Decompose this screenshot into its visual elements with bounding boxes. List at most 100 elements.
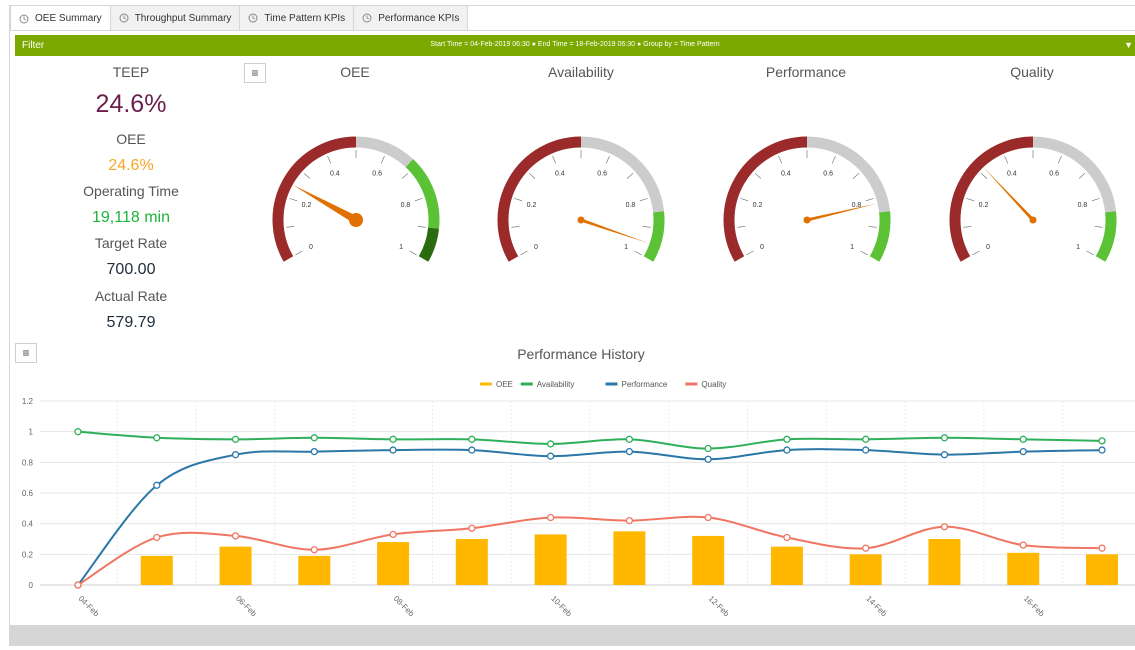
- gauge-needle: [580, 218, 650, 244]
- point-performance: [389, 446, 397, 454]
- point-performance: [1019, 447, 1027, 456]
- x-tick-label: 10-Feb: [549, 594, 574, 619]
- x-tick-label: 06-Feb: [234, 594, 259, 619]
- gauge-tick: [520, 250, 528, 256]
- gauge-tick: [380, 155, 385, 164]
- gauge-tick-label: 0.2: [979, 202, 989, 209]
- bar-oee: [455, 539, 488, 585]
- gauge-tick: [966, 198, 975, 202]
- gauge-tick: [511, 226, 520, 228]
- y-tick-label: 1: [29, 428, 34, 437]
- gauge-tick: [746, 250, 754, 256]
- y-tick-label: 0.2: [22, 550, 34, 559]
- point-performance: [310, 447, 318, 456]
- gauge-band: [949, 136, 1034, 262]
- gauge-hub: [803, 216, 811, 224]
- clock-icon: [119, 13, 129, 23]
- point-availability: [389, 435, 397, 443]
- legend-label: Quality: [701, 380, 726, 389]
- tab-oee-summary[interactable]: OEE Summary: [10, 5, 111, 31]
- gauge-hub: [1029, 216, 1037, 224]
- gauge-tick: [286, 226, 295, 228]
- gauge-tick: [605, 155, 610, 164]
- clock-icon: [248, 13, 258, 23]
- gauge-tick-label: 1: [624, 244, 628, 251]
- clock-icon: [19, 14, 29, 23]
- gauge-tick-label: 0.6: [372, 170, 382, 177]
- gauge-hub: [577, 216, 585, 224]
- x-tick-label: 16-Feb: [1022, 594, 1047, 619]
- point-quality: [940, 523, 949, 531]
- y-tick-label: 1.2: [22, 397, 34, 406]
- chart-title: Performance History: [517, 346, 645, 362]
- gauge-tick: [1094, 226, 1103, 228]
- tab-time-pattern-kpis[interactable]: Time Pattern KPIs: [240, 5, 355, 30]
- point-performance: [625, 447, 634, 456]
- gauge-tick: [414, 198, 423, 202]
- gauge-tick: [401, 172, 409, 179]
- bar-oee: [140, 555, 173, 585]
- point-availability: [153, 434, 161, 442]
- gauge-tick: [980, 172, 988, 179]
- gauge-band: [497, 136, 582, 262]
- bar-oee: [377, 542, 410, 585]
- horizontal-scrollbar[interactable]: [10, 625, 1135, 646]
- y-tick-label: 0: [29, 581, 34, 590]
- bar-oee: [692, 535, 725, 585]
- point-performance: [153, 481, 161, 489]
- gauge-tick: [1086, 250, 1094, 256]
- legend-label: Performance: [622, 380, 668, 389]
- tab-label: Throughput Summary: [134, 12, 232, 24]
- bar-oee: [1007, 552, 1040, 585]
- x-tick-label: 14-Feb: [864, 594, 889, 619]
- gauge-tick-label: 0.4: [1007, 170, 1017, 177]
- gauge-tick-label: 0.8: [626, 202, 636, 209]
- filter-bar[interactable]: Filter Start Time = 04-Feb-2019 06:30 ● …: [15, 35, 1135, 56]
- point-performance: [940, 451, 949, 459]
- point-quality: [1019, 541, 1027, 549]
- y-tick-label: 0.4: [22, 520, 34, 529]
- bar-oee: [928, 539, 961, 585]
- gauge-tick: [852, 172, 860, 179]
- point-availability: [1019, 435, 1027, 443]
- gauge-tick: [972, 250, 980, 256]
- gauge-tick-label: 0.6: [597, 170, 607, 177]
- legend-label: Availability: [537, 380, 575, 389]
- tab-throughput-summary[interactable]: Throughput Summary: [110, 5, 241, 30]
- gauge-tick: [860, 250, 868, 256]
- tab-performance-kpis[interactable]: Performance KPIs: [354, 5, 469, 30]
- point-quality: [783, 533, 791, 542]
- point-quality: [468, 524, 476, 532]
- chart-legend: OEE Availability Performance Quality: [480, 380, 726, 389]
- chevron-down-icon[interactable]: ▼: [1124, 40, 1133, 50]
- tab-bar: OEE Summary Throughput Summary Time Patt…: [10, 5, 469, 31]
- gauge-tick: [737, 226, 746, 228]
- gauge-band: [1095, 211, 1117, 262]
- point-quality: [862, 544, 870, 552]
- gauge-tick: [552, 155, 557, 164]
- gauge-tick: [634, 250, 642, 256]
- gauge-tick: [409, 250, 417, 256]
- point-availability: [625, 435, 634, 443]
- gauge-tick: [1078, 172, 1086, 179]
- gauge-tick: [289, 198, 298, 202]
- gauge-tick: [327, 155, 332, 164]
- gauge-tick-label: 1: [1076, 244, 1080, 251]
- gauge-tick-label: 0.2: [302, 202, 312, 209]
- performance-history-chart: Performance History OEE Availability Perfor…: [22, 346, 1135, 619]
- point-availability: [1098, 437, 1106, 445]
- bar-oee: [613, 531, 646, 585]
- gauge-tick-label: 0.8: [1078, 202, 1088, 209]
- gauge-tick-label: 1: [850, 244, 854, 251]
- gauge-band: [418, 227, 440, 262]
- gauge-tick: [1057, 155, 1062, 164]
- y-tick-label: 0.8: [22, 458, 34, 467]
- point-quality: [153, 533, 161, 542]
- point-quality: [546, 513, 555, 522]
- bar-oee: [849, 554, 882, 585]
- gauge-band: [643, 211, 665, 262]
- legend-label: OEE: [496, 380, 513, 389]
- gauge-tick-label: 0: [309, 244, 313, 251]
- point-availability: [546, 440, 555, 448]
- point-performance: [231, 451, 240, 459]
